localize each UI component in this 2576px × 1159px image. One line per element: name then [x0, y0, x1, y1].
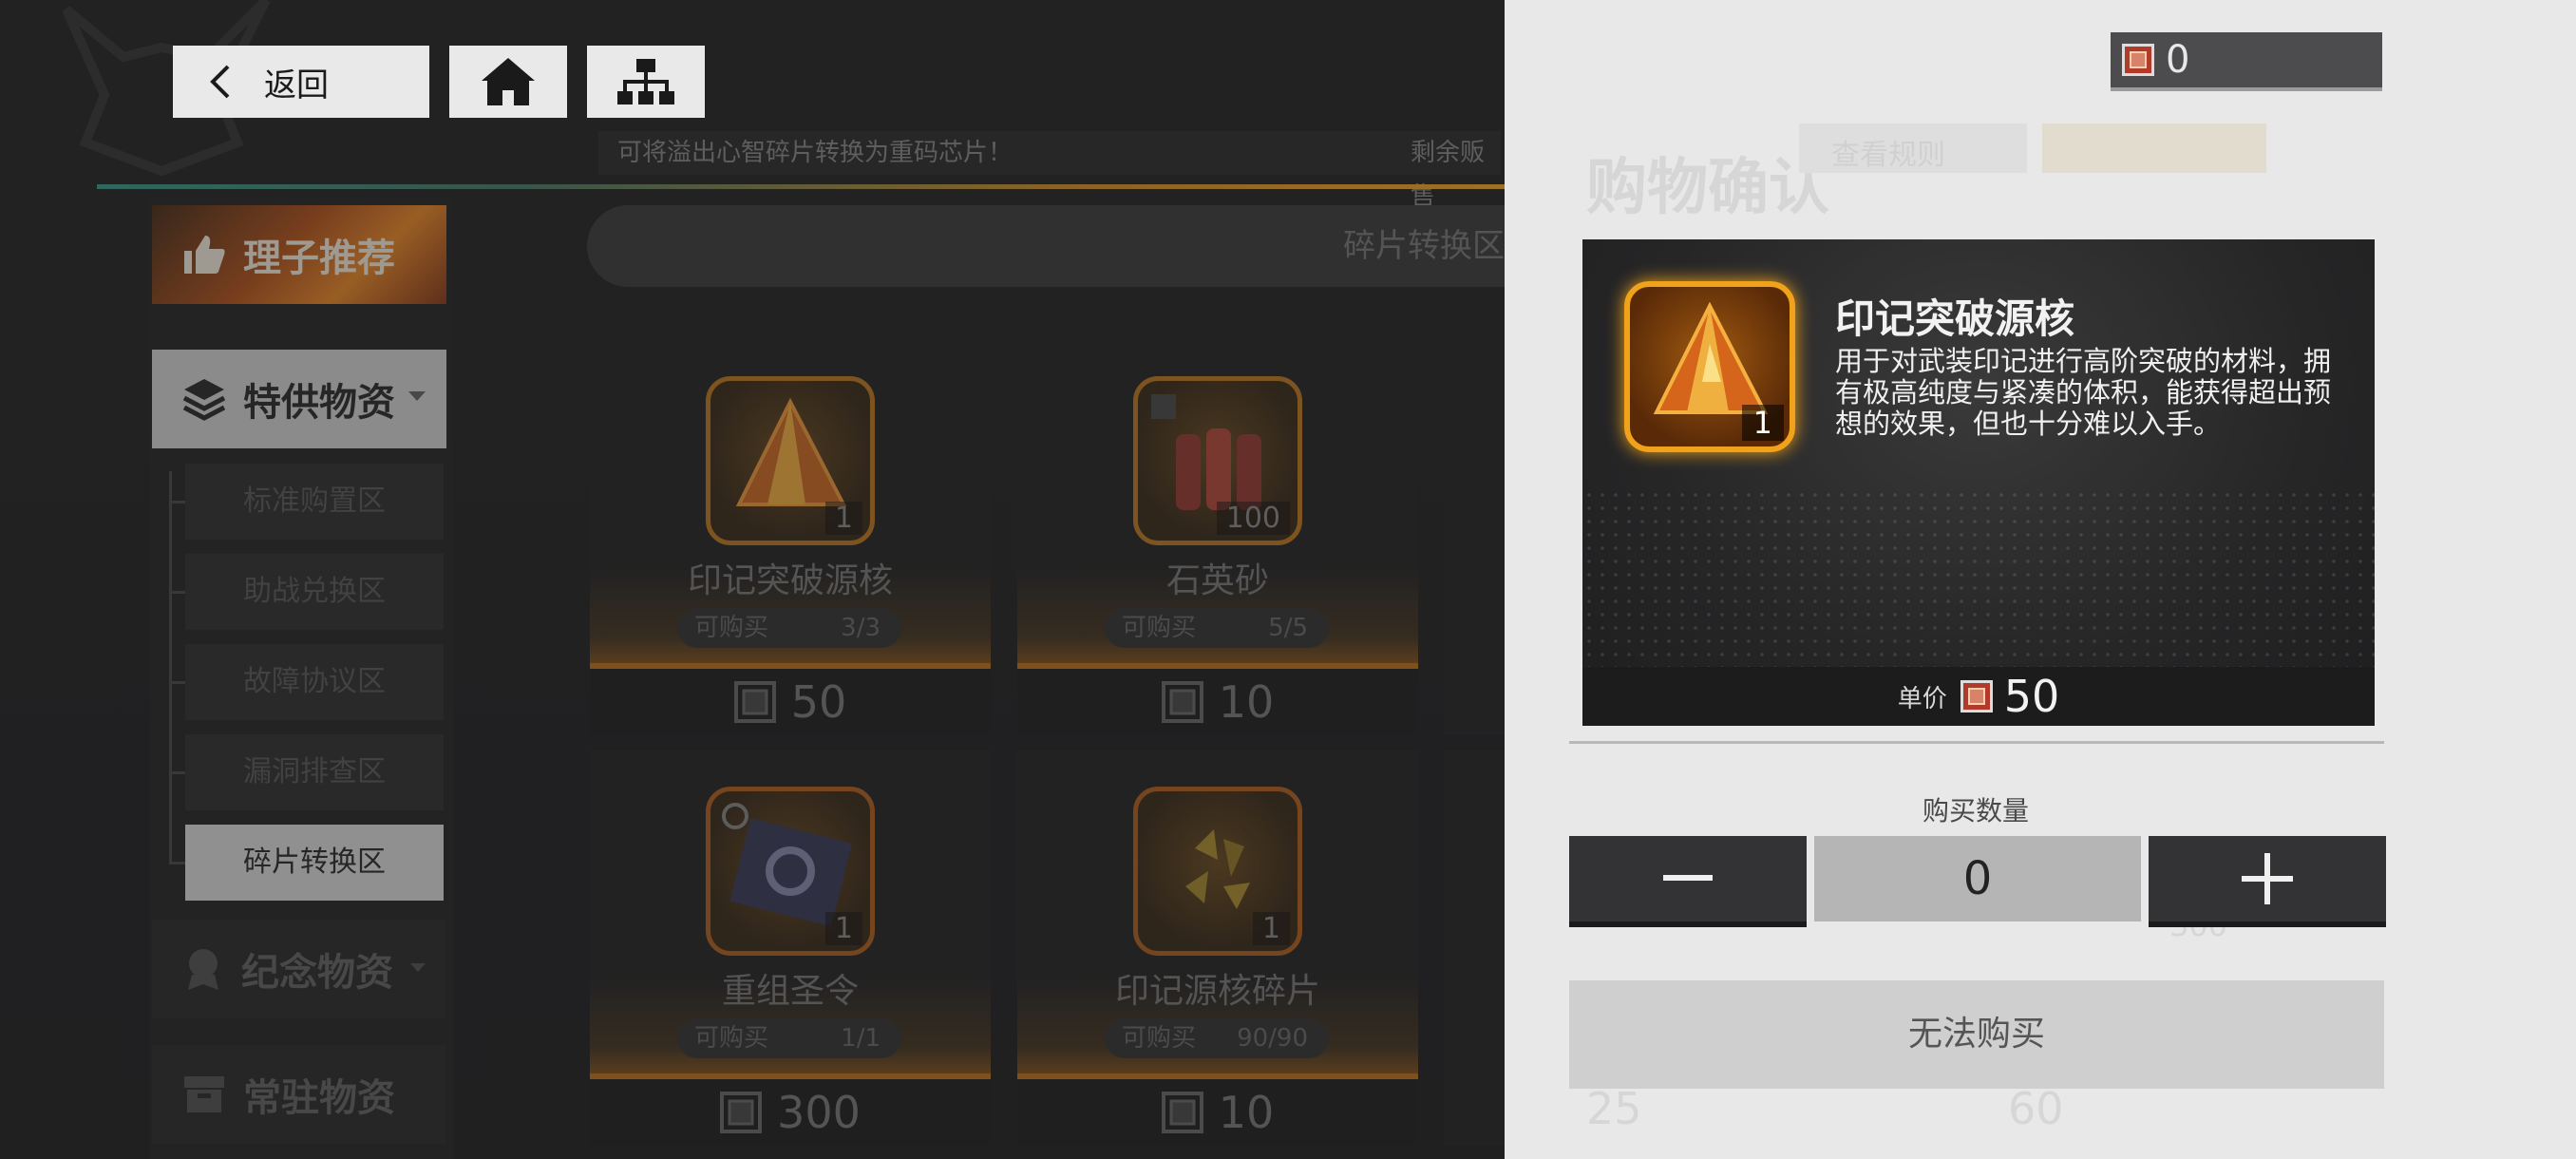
plus-icon [2242, 853, 2293, 904]
minus-icon [1663, 875, 1713, 881]
increase-quantity-button[interactable] [2149, 836, 2386, 922]
item-detail-card: 1 印记突破源核 用于对武装印记进行高阶突破的材料，拥有极高纯度与紧凑的体积，能… [1582, 239, 2375, 726]
chip-currency-icon [2122, 44, 2154, 76]
ghost-price: 25 [1586, 1083, 1642, 1134]
home-button[interactable] [449, 46, 567, 118]
quantity-value[interactable]: 0 [1814, 836, 2141, 922]
quantity-label: 购买数量 [1922, 795, 2029, 826]
modal-dim-overlay [0, 0, 1505, 1159]
purchase-button-disabled[interactable]: 无法购买 [1569, 980, 2384, 1089]
ghost-price: 60 [2008, 1083, 2064, 1134]
home-icon [482, 58, 535, 105]
back-label: 返回 [264, 66, 329, 104]
panel-title-ghost: 购物确认 [1586, 153, 1829, 223]
unit-price-label: 单价 [1897, 684, 1947, 713]
dot-pattern [1582, 488, 2375, 669]
sitemap-button[interactable] [587, 46, 705, 118]
chip-currency-icon [1960, 680, 1993, 712]
item-icon-frame: 1 [1624, 281, 1795, 452]
item-name: 印记突破源核 [1835, 295, 2075, 342]
rules-label-ghost: 查看规则 [1831, 139, 1945, 172]
currency-value: 0 [2166, 38, 2190, 82]
chevron-left-icon [210, 65, 230, 99]
ghost-button [2042, 124, 2266, 173]
item-description: 用于对武装印记进行高阶突破的材料，拥有极高纯度与紧凑的体积，能获得超出预想的效果… [1835, 345, 2332, 440]
item-count: 1 [1741, 405, 1784, 441]
currency-display: 0 [2111, 32, 2382, 91]
decrease-quantity-button[interactable] [1569, 836, 1807, 922]
rules-button-ghost: 查看规则 [1799, 124, 2027, 173]
unit-price-bar: 单价 50 [1582, 667, 2375, 726]
sitemap-icon [617, 59, 674, 104]
panel-divider [1569, 741, 2384, 744]
back-button[interactable]: 返回 [173, 46, 429, 118]
unit-price-value: 50 [2003, 671, 2060, 722]
